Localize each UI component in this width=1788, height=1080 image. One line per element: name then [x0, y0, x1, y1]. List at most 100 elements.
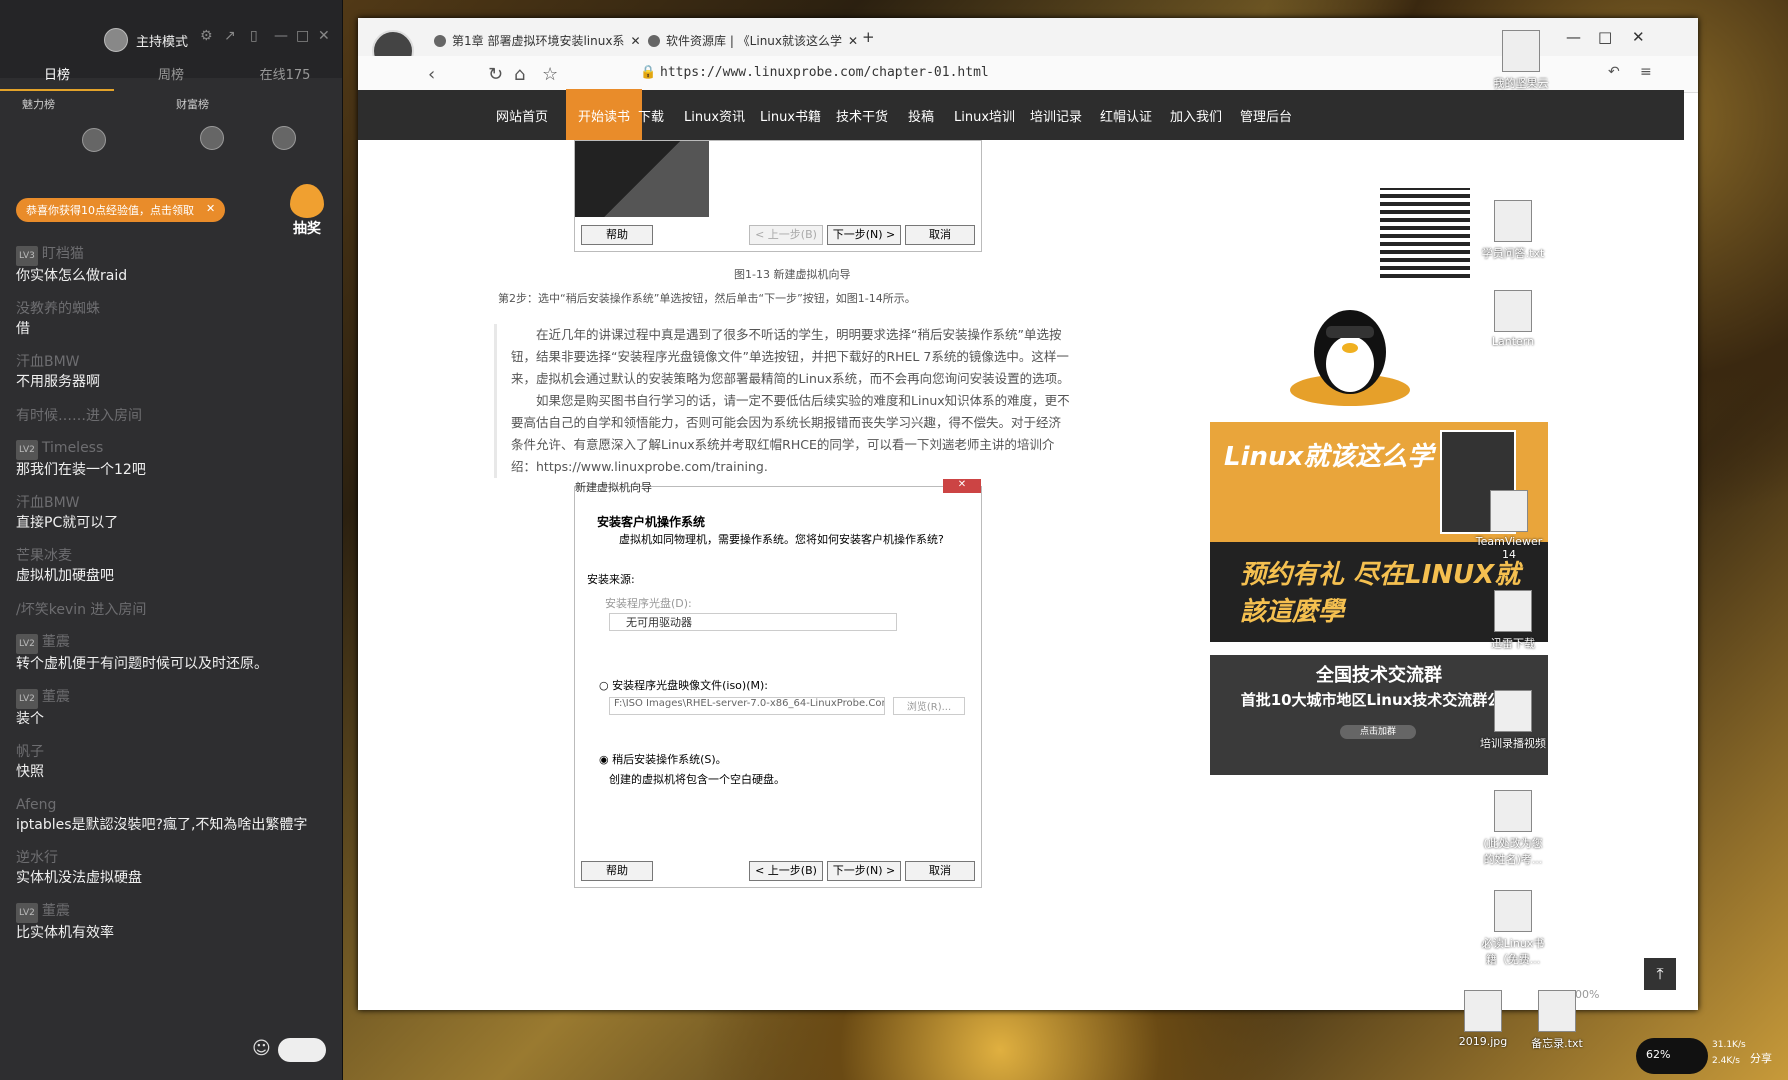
tab-daily[interactable]: 日榜 [0, 64, 114, 91]
desktop-icon[interactable]: 学员问答.txt [1478, 200, 1548, 261]
author-name: 董震 [41, 903, 70, 919]
opt-disc-label[interactable]: 安装程序光盘(D): [605, 595, 692, 611]
tab-online[interactable]: 在线175 [228, 64, 342, 91]
join-group-button[interactable]: 点击加群 [1340, 725, 1416, 739]
nav-item[interactable]: 管理后台 [1240, 106, 1292, 125]
message-author[interactable]: LV3 盯档猫 [16, 244, 334, 266]
nav-item[interactable]: 培训记录 [1030, 106, 1082, 125]
message-author[interactable]: LV2 董震 [16, 632, 334, 654]
avatar[interactable] [82, 128, 106, 152]
minimize-icon[interactable]: — [1566, 28, 1581, 46]
message-author[interactable]: Afeng [16, 795, 334, 815]
back-icon[interactable]: ‹ [428, 64, 435, 85]
desktop-icon[interactable]: 我的坚果云 [1486, 30, 1556, 91]
home-icon[interactable]: ⌂ [514, 64, 525, 85]
close-icon[interactable]: ✕ [630, 34, 640, 48]
author-name: Timeless [41, 440, 104, 456]
message-author[interactable]: LV2 董震 [16, 901, 334, 923]
back-button[interactable]: < 上一步(B) [749, 861, 823, 881]
message-text: 不用服务器啊 [16, 374, 100, 390]
reload-icon[interactable]: ↻ [488, 64, 503, 85]
quote-paragraph-1: 在近几年的讲课过程中真是遇到了很多不听话的学生，明明要求选择“稍后安装操作系统”… [494, 324, 1071, 390]
send-button[interactable] [278, 1038, 326, 1062]
avatar[interactable] [272, 126, 296, 150]
rank-tabs: 日榜 周榜 在线175 [0, 64, 342, 91]
disc-select[interactable]: 无可用驱动器 [609, 613, 897, 631]
desktop-icon[interactable]: 必读Linux书籍（免费... [1478, 890, 1548, 967]
close-icon[interactable]: ✕ [1632, 28, 1645, 46]
message-author[interactable]: 汗血BMW [16, 352, 334, 372]
nav-item[interactable]: 加入我们 [1170, 106, 1222, 125]
close-icon[interactable]: ✕ [318, 28, 330, 44]
desktop-icon[interactable]: 培训录播视频 [1478, 690, 1548, 751]
message-text: 你实体怎么做raid [16, 268, 128, 284]
dialog-title: 新建虚拟机向导 [575, 481, 652, 494]
pin-icon[interactable]: ▯ [250, 28, 258, 44]
nav-item[interactable]: 投稿 [908, 106, 934, 125]
menu-icon[interactable]: ≡ [1640, 64, 1652, 80]
message-author[interactable]: LV2 董震 [16, 687, 334, 709]
level-badge: LV2 [16, 440, 38, 460]
avatar[interactable] [200, 126, 224, 150]
opt-iso-label[interactable]: ○ 安装程序光盘映像文件(iso)(M): [599, 677, 768, 693]
message-author[interactable]: 汗血BMW [16, 493, 334, 513]
nav-item[interactable]: 下载 [638, 106, 664, 125]
browser-tab[interactable]: 第1章 部署虚拟环境安装linux系 ✕ [434, 32, 641, 49]
cancel-button[interactable]: 取消 [905, 225, 975, 245]
tab-title: 软件资源库 | 《Linux就该这么学 [666, 34, 843, 48]
maximize-icon[interactable]: □ [296, 28, 309, 44]
nav-item[interactable]: Linux资讯 [684, 106, 745, 125]
close-icon[interactable]: ✕ [943, 479, 981, 493]
scroll-top-button[interactable]: ⤒ [1644, 958, 1676, 990]
figure-caption: 图1-13 新建虚拟机向导 [734, 268, 851, 281]
url-field[interactable]: https://www.linuxprobe.com/chapter-01.ht… [660, 65, 989, 80]
nav-item[interactable]: 网站首页 [496, 106, 548, 125]
settings-icon[interactable]: ⚙ [200, 28, 213, 44]
message-author[interactable]: 没教养的蜘蛛 [16, 299, 334, 319]
help-button[interactable]: 帮助 [581, 225, 653, 245]
new-tab-icon[interactable]: + [862, 28, 875, 46]
desktop-icon[interactable]: Lantern [1478, 290, 1548, 348]
chat-message: 汗血BMW 不用服务器啊 [16, 352, 334, 392]
minimize-icon[interactable]: — [274, 28, 288, 44]
lottery-button[interactable]: 抽奖 [286, 184, 328, 237]
chat-message: LV2 董震 转个虚机便于有问题时候可以及时还原。 [16, 632, 334, 674]
share-button[interactable]: 分享 [1750, 1050, 1772, 1066]
emoji-icon[interactable]: ☺ [252, 1038, 271, 1059]
close-icon[interactable]: ✕ [848, 34, 858, 48]
nav-item[interactable]: 开始读书 [566, 89, 643, 142]
desktop-icon[interactable]: 2019.jpg [1448, 990, 1518, 1048]
exp-notice[interactable]: 恭喜你获得10点经验值，点击领取 ✕ [16, 198, 226, 222]
tab-weekly[interactable]: 周榜 [114, 64, 228, 91]
desktop-icon[interactable]: 迅雷下载 [1478, 590, 1548, 651]
nav-item[interactable]: 技术干货 [836, 106, 888, 125]
browser-tab[interactable]: 软件资源库 | 《Linux就该这么学 ✕ [648, 32, 858, 49]
undo-icon[interactable]: ↶ [1608, 64, 1620, 80]
host-mode[interactable]: 主持模式 [104, 28, 188, 52]
iso-path-field[interactable]: F:\ISO Images\RHEL-server-7.0-x86_64-Lin… [609, 697, 885, 715]
nav-item[interactable]: Linux培训 [954, 106, 1015, 125]
next-button[interactable]: 下一步(N) > [827, 861, 901, 881]
nav-item[interactable]: Linux书籍 [760, 106, 821, 125]
cancel-button[interactable]: 取消 [905, 861, 975, 881]
system-status-widget[interactable]: 62% [1636, 1038, 1708, 1074]
maximize-icon[interactable]: □ [1598, 28, 1612, 46]
back-button[interactable]: < 上一步(B) [749, 225, 823, 245]
message-author[interactable]: 逆水行 [16, 848, 334, 868]
nav-item[interactable]: 红帽认证 [1100, 106, 1152, 125]
browse-button[interactable]: 浏览(R)... [893, 697, 965, 715]
help-button[interactable]: 帮助 [581, 861, 653, 881]
popout-icon[interactable]: ↗ [224, 28, 236, 44]
desktop-icon[interactable]: 备忘录.txt [1522, 990, 1592, 1051]
desktop-icon[interactable]: (此处改为您的姓名)考... [1478, 790, 1548, 867]
message-author[interactable]: 芒果冰麦 [16, 546, 334, 566]
next-button[interactable]: 下一步(N) > [827, 225, 901, 245]
message-text: 那我们在装一个12吧 [16, 462, 146, 478]
desktop-icon-label: Lantern [1491, 335, 1535, 348]
star-icon[interactable]: ☆ [542, 64, 558, 85]
close-icon[interactable]: ✕ [206, 202, 215, 218]
message-author[interactable]: 帆子 [16, 742, 334, 762]
message-author[interactable]: LV2 Timeless [16, 438, 334, 460]
opt-later-label[interactable]: ◉ 稍后安装操作系统(S)。 [599, 751, 727, 767]
desktop-icon[interactable]: TeamViewer 14 [1474, 490, 1544, 561]
